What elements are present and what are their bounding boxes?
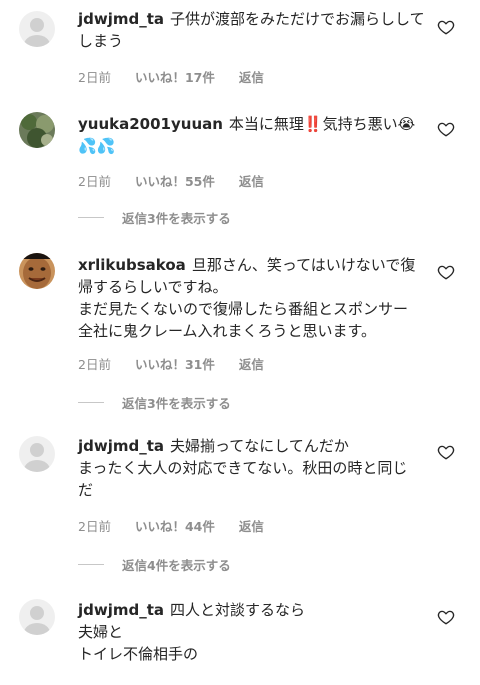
divider bbox=[78, 402, 104, 403]
view-replies-button[interactable]: 返信3件を表示する bbox=[78, 393, 231, 412]
comment-body: xrlikubsakoa 旦那さん、笑ってはいけないで復 帰するらしいですね。 ま… bbox=[78, 254, 426, 342]
view-replies-label[interactable]: 返信4件を表示する bbox=[122, 555, 231, 574]
heart-icon[interactable] bbox=[437, 443, 455, 461]
username[interactable]: jdwjmd_ta bbox=[78, 601, 164, 619]
comment-text-line: 旦那さん、笑ってはいけないで復 bbox=[191, 256, 416, 274]
timestamp: 2日前 bbox=[78, 174, 111, 189]
comment-meta: 2日前 いいね！55件 返信 bbox=[78, 171, 284, 190]
reply-button[interactable]: 返信 bbox=[239, 174, 264, 189]
default-avatar-icon bbox=[19, 599, 55, 635]
comment-body: jdwjmd_ta 四人と対談するなら 夫婦と トイレ不倫相手の bbox=[78, 599, 426, 665]
divider bbox=[78, 564, 104, 565]
divider bbox=[78, 217, 104, 218]
comment-text-line: 夫婦揃ってなにしてんだか bbox=[170, 437, 349, 455]
avatar[interactable] bbox=[19, 436, 55, 472]
comment-text-line: 帰するらしいですね。 bbox=[78, 278, 228, 296]
heart-icon[interactable] bbox=[437, 608, 455, 626]
comment-text-line: 四人と対談するなら bbox=[170, 601, 306, 619]
comment-text-line: だ bbox=[78, 481, 94, 499]
likes-count[interactable]: いいね！55件 bbox=[135, 174, 215, 189]
comment-text-line: 本当に無理‼️気持ち悪い😭 bbox=[228, 115, 416, 133]
view-replies-button[interactable]: 返信4件を表示する bbox=[78, 555, 231, 574]
comment-text-line: まったく大人の対応できてない。秋田の時と同じ bbox=[78, 459, 408, 477]
comment-meta: 2日前 いいね！31件 返信 bbox=[78, 354, 284, 373]
view-replies-button[interactable]: 返信3件を表示する bbox=[78, 208, 231, 227]
comment-text-line: 夫婦と bbox=[78, 623, 124, 641]
default-avatar-icon bbox=[19, 11, 55, 47]
likes-count[interactable]: いいね！17件 bbox=[135, 70, 215, 85]
username[interactable]: xrlikubsakoa bbox=[78, 256, 186, 274]
default-avatar-icon bbox=[19, 436, 55, 472]
comment-text-line: 💦💦 bbox=[78, 137, 116, 155]
comment-body: jdwjmd_ta 夫婦揃ってなにしてんだか まったく大人の対応できてない。秋田の… bbox=[78, 435, 426, 501]
reply-button[interactable]: 返信 bbox=[239, 357, 264, 372]
comment-text-line: トイレ不倫相手の bbox=[78, 645, 199, 663]
comment-text-line: まだ見たくないので復帰したら番組とスポンサー bbox=[78, 300, 409, 318]
comment-text-line: しまう bbox=[78, 32, 124, 50]
username[interactable]: jdwjmd_ta bbox=[78, 10, 164, 28]
comment-text-line: 子供が渡部をみただけでお漏らしして bbox=[170, 10, 425, 28]
timestamp: 2日前 bbox=[78, 357, 111, 372]
avatar[interactable] bbox=[19, 599, 55, 635]
comment-text-line: 全社に鬼クレーム入れまくろうと思います。 bbox=[78, 322, 377, 340]
likes-count[interactable]: いいね！44件 bbox=[135, 519, 215, 534]
heart-icon[interactable] bbox=[437, 120, 455, 138]
timestamp: 2日前 bbox=[78, 519, 111, 534]
username[interactable]: yuuka2001yuuan bbox=[78, 115, 223, 133]
comment-meta: 2日前 いいね！44件 返信 bbox=[78, 516, 284, 535]
heart-icon[interactable] bbox=[437, 263, 455, 281]
avatar[interactable] bbox=[19, 253, 55, 289]
avatar[interactable] bbox=[19, 11, 55, 47]
timestamp: 2日前 bbox=[78, 70, 111, 85]
photo-avatar-face-icon bbox=[19, 253, 55, 289]
likes-count[interactable]: いいね！31件 bbox=[135, 357, 215, 372]
view-replies-label[interactable]: 返信3件を表示する bbox=[122, 208, 231, 227]
view-replies-label[interactable]: 返信3件を表示する bbox=[122, 393, 231, 412]
username[interactable]: jdwjmd_ta bbox=[78, 437, 164, 455]
photo-avatar-green-icon bbox=[19, 112, 55, 148]
avatar[interactable] bbox=[19, 112, 55, 148]
heart-icon[interactable] bbox=[437, 18, 455, 36]
reply-button[interactable]: 返信 bbox=[239, 70, 264, 85]
comment-meta: 2日前 いいね！17件 返信 bbox=[78, 67, 284, 86]
reply-button[interactable]: 返信 bbox=[239, 519, 264, 534]
comment-body: yuuka2001yuuan 本当に無理‼️気持ち悪い😭 💦💦 bbox=[78, 113, 426, 157]
comment-body: jdwjmd_ta 子供が渡部をみただけでお漏らしして しまう bbox=[78, 8, 426, 52]
